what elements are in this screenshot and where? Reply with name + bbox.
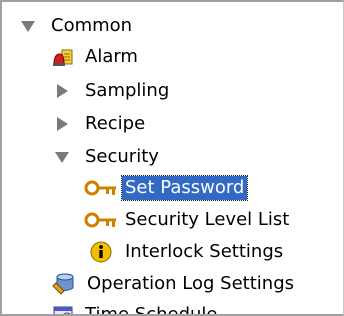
tree-node-label: Set Password [120, 175, 249, 201]
key-icon [84, 209, 120, 231]
tree-node-label: Security [85, 146, 159, 167]
tree-node-security[interactable]: Security [52, 143, 162, 171]
tree-node-sampling[interactable]: Sampling [52, 77, 172, 105]
tree-node-label: Sampling [85, 80, 170, 101]
tree-node-label: Alarm [85, 46, 138, 67]
collapse-arrow-icon[interactable] [52, 147, 72, 167]
tree-node-interlock-settings[interactable]: Interlock Settings [90, 238, 286, 266]
schedule-icon [52, 304, 74, 314]
tree-node-common[interactable]: Common [18, 12, 135, 40]
tree-node-set-password[interactable]: Set Password [84, 174, 249, 202]
project-tree-panel: Common Alarm Sampling Recipe Security Se… [0, 0, 344, 316]
database-icon [52, 272, 76, 296]
info-icon [90, 241, 112, 263]
tree-node-time-schedule[interactable]: Time Schedule [52, 301, 221, 316]
key-icon [84, 177, 120, 199]
tree-node-label: Common [51, 15, 133, 36]
collapse-arrow-icon[interactable] [18, 16, 38, 36]
alarm-icon [52, 46, 74, 68]
tree-node-label: Time Schedule [85, 304, 218, 316]
tree-node-operation-log-settings[interactable]: Operation Log Settings [52, 270, 297, 298]
expand-arrow-icon[interactable] [52, 114, 72, 134]
tree-node-label: Operation Log Settings [87, 273, 294, 294]
tree-node-recipe[interactable]: Recipe [52, 110, 148, 138]
tree-node-alarm[interactable]: Alarm [52, 43, 141, 71]
expand-arrow-icon[interactable] [52, 81, 72, 101]
tree-node-label: Interlock Settings [125, 241, 284, 262]
tree-node-security-level-list[interactable]: Security Level List [84, 206, 292, 234]
tree-node-label: Security Level List [125, 209, 290, 230]
tree-node-label: Recipe [85, 113, 146, 134]
